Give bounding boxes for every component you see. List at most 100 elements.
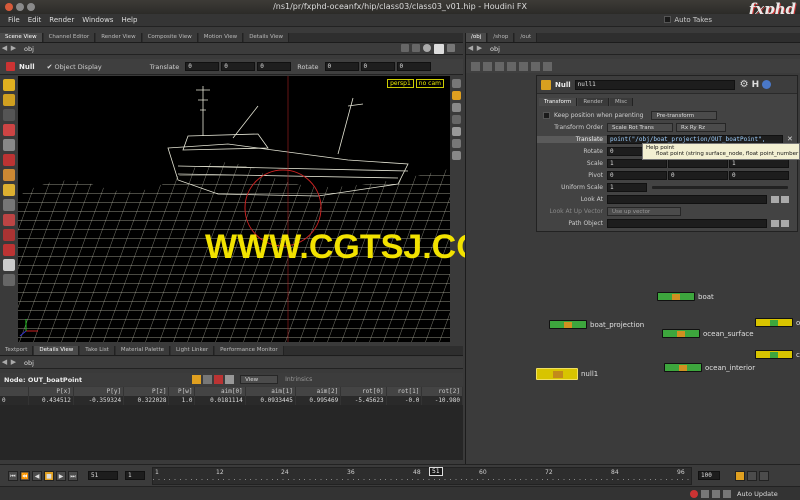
node-offscreen-o[interactable]: o [755, 318, 800, 327]
node-ocean-surface[interactable]: ocean_surface [662, 329, 754, 338]
column-header[interactable]: P[y] [73, 387, 125, 396]
tab-out[interactable]: /out [515, 33, 538, 42]
maximize-window-icon[interactable] [27, 3, 35, 11]
info-icon[interactable] [762, 80, 772, 89]
column-header[interactable] [0, 387, 29, 396]
node-body[interactable] [664, 363, 702, 372]
attrib-point-icon[interactable] [192, 375, 202, 384]
template-icon[interactable] [452, 115, 461, 124]
minimize-window-icon[interactable] [16, 3, 24, 11]
menu-edit[interactable]: Edit [28, 16, 42, 24]
column-header[interactable]: aim[2] [295, 387, 342, 396]
node-body[interactable] [536, 368, 578, 380]
tab-shop[interactable]: /shop [488, 33, 515, 42]
check-icon[interactable]: ✔ [47, 63, 53, 71]
look-at-up-menu[interactable]: Use up vector [607, 206, 681, 216]
net-back-icon[interactable]: ◀ [466, 44, 475, 53]
menu-file[interactable]: File [8, 16, 20, 24]
attrib-detail-icon[interactable] [225, 375, 235, 384]
magnet-tool-icon[interactable] [3, 154, 15, 166]
play-reverse-icon[interactable]: ◀ [32, 470, 42, 481]
render-icon[interactable] [447, 43, 455, 52]
look-at-jump-icon[interactable] [771, 195, 779, 203]
net-forward-icon[interactable]: ▶ [475, 44, 484, 53]
node-null1[interactable]: null1 [536, 368, 598, 380]
tab-render[interactable]: Render [578, 97, 609, 106]
start-frame-field[interactable]: 1 [125, 471, 145, 480]
toolbar-translate-y[interactable]: 0 [221, 62, 256, 71]
tab-performance-monitor[interactable]: Performance Monitor [215, 346, 284, 355]
tab-composite-view[interactable]: Composite View [142, 33, 198, 42]
attrib-vertex-icon[interactable] [203, 375, 213, 384]
look-at-pick-icon[interactable] [781, 195, 789, 203]
menu-render[interactable]: Render [49, 16, 74, 24]
column-header[interactable]: P[z] [123, 387, 170, 396]
help-icon[interactable]: H [752, 80, 760, 90]
column-header[interactable]: rot[0] [340, 387, 387, 396]
play-icon[interactable]: ▶ [56, 470, 66, 481]
backface-icon[interactable] [452, 151, 461, 160]
uniform-scale-slider[interactable] [652, 185, 788, 189]
auto-takes-checkbox[interactable] [664, 16, 672, 23]
table-row[interactable]: 0 0.434512 -0.359324 0.322028 1.0 0.0181… [0, 396, 463, 405]
node-body[interactable] [549, 320, 587, 329]
snap-icon[interactable] [423, 43, 431, 52]
pivot-y-field[interactable]: 0 [668, 170, 728, 180]
tab-light-linker[interactable]: Light Linker [170, 346, 215, 355]
pin-icon[interactable] [401, 43, 409, 52]
tab-material-palette[interactable]: Material Palette [115, 346, 170, 355]
back-icon[interactable]: ◀ [0, 44, 9, 53]
measure-tool-icon[interactable] [3, 259, 15, 271]
tab-motion-view[interactable]: Motion View [198, 33, 244, 42]
transform-order-menu[interactable]: Scale Rot Trans [607, 122, 673, 132]
pose-tool-icon[interactable] [3, 109, 15, 121]
gear-icon[interactable]: ⚙ [740, 79, 749, 90]
column-header[interactable]: rot[1] [386, 387, 423, 396]
link-icon[interactable] [412, 43, 420, 52]
path-pick-icon[interactable] [781, 219, 789, 227]
tab-textport[interactable]: Textport [0, 346, 34, 355]
current-frame-field[interactable]: 51 [88, 471, 118, 480]
net-tool-icon[interactable] [483, 61, 492, 71]
shading-icon[interactable] [452, 91, 461, 100]
node-ocean-interior[interactable]: ocean_interior [664, 363, 755, 372]
keep-position-checkbox[interactable] [543, 111, 550, 119]
frame-marker[interactable]: 51 [429, 466, 443, 476]
forward-icon[interactable]: ▶ [9, 44, 18, 53]
step-back-icon[interactable]: ⏪ [20, 470, 30, 481]
toolbar-rotate-z[interactable]: 0 [396, 62, 431, 71]
lighting-icon[interactable] [452, 103, 461, 112]
node-offscreen-c[interactable]: c [755, 350, 800, 359]
auto-takes-toggle[interactable]: Auto Takes [664, 16, 712, 24]
network-path[interactable]: obj [490, 45, 500, 53]
bottom-path[interactable]: obj [24, 359, 34, 367]
toolbar-translate-x[interactable]: 0 [185, 62, 220, 71]
net-tool-icon[interactable] [519, 61, 528, 71]
persp-camera-menu[interactable]: persp1 [387, 79, 414, 88]
timeline-ruler[interactable]: 1 12 24 36 48 60 72 84 96 51 [152, 466, 692, 485]
tab-details-view-bottom[interactable]: Details View [34, 346, 80, 355]
column-header[interactable]: rot[2] [421, 387, 463, 396]
clear-icon[interactable]: ✕ [787, 135, 793, 143]
stop-icon[interactable]: ■ [44, 470, 54, 481]
handle-tool-icon[interactable] [3, 124, 15, 136]
column-header[interactable]: aim[0] [194, 387, 246, 396]
node-body[interactable] [662, 329, 700, 338]
view-menu[interactable]: View [240, 375, 279, 384]
status-icon[interactable] [701, 489, 709, 498]
view-tool-icon[interactable] [3, 139, 15, 151]
left-path[interactable]: obj [24, 45, 34, 53]
display-options-icon[interactable] [452, 79, 461, 88]
node-body[interactable] [755, 350, 793, 359]
jump-end-icon[interactable]: ⏭ [68, 470, 78, 481]
column-header[interactable]: P[w] [168, 387, 196, 396]
tab-obj[interactable]: /obj [466, 33, 488, 42]
pre-transform-menu[interactable]: Pre-transform [651, 110, 718, 120]
column-header[interactable]: aim[1] [245, 387, 296, 396]
rotation-order-menu[interactable]: Rx Ry Rz [676, 122, 726, 132]
bottom-back-icon[interactable]: ◀ [0, 358, 9, 367]
no-cam-menu[interactable]: no cam [415, 79, 444, 88]
object-display-label[interactable]: Object Display [55, 63, 102, 71]
select-tool-icon[interactable] [3, 79, 15, 91]
net-tool-icon[interactable] [507, 61, 516, 71]
